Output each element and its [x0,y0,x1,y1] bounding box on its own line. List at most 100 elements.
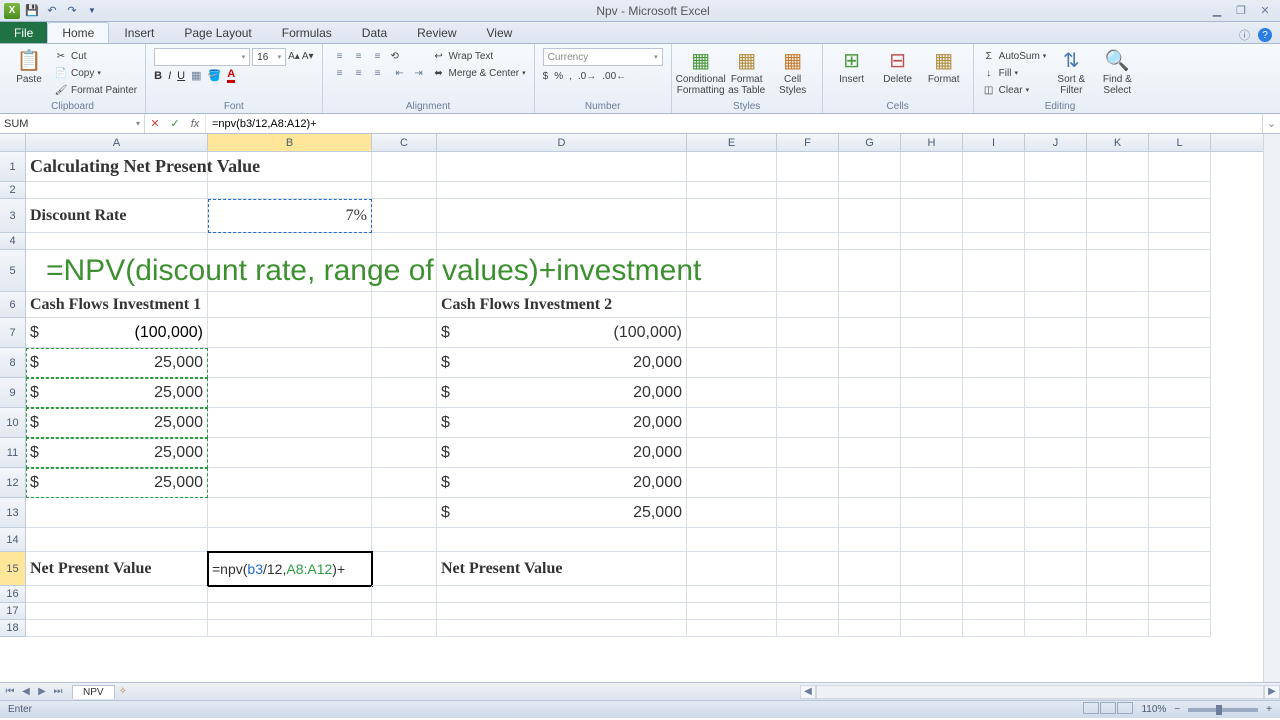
sheet-nav-prev-icon[interactable]: ◀ [18,686,34,697]
border-button[interactable]: ▦ [191,69,201,82]
cell-D11[interactable]: $20,000 [437,438,687,468]
minimize-ribbon-icon[interactable]: ⓘ [1239,27,1250,43]
home-tab[interactable]: Home [47,22,109,43]
cell-D8[interactable]: $20,000 [437,348,687,378]
row-header[interactable]: 9 [0,378,26,408]
autosum-button[interactable]: ΣAutoSum▾ [982,48,1047,64]
decrease-font-icon[interactable]: A▾ [302,48,314,64]
horizontal-scrollbar[interactable]: ◀▶ [800,683,1280,700]
cell-D13[interactable]: $25,000 [437,498,687,528]
zoom-level[interactable]: 110% [1141,704,1166,715]
sort-filter-button[interactable]: ⇅Sort & Filter [1050,48,1092,96]
col-header-J[interactable]: J [1025,134,1087,151]
row-header[interactable]: 17 [0,603,26,620]
col-header-G[interactable]: G [839,134,901,151]
cell-D6[interactable]: Cash Flows Investment 2 [437,292,687,318]
cell-A11[interactable]: $25,000 [26,438,208,468]
formulas-tab[interactable]: Formulas [267,22,347,43]
fill-button[interactable]: ↓Fill▾ [982,65,1047,81]
percent-format-icon[interactable]: % [554,68,563,84]
cell-A1[interactable]: Calculating Net Present Value [26,152,208,182]
decrease-indent-icon[interactable]: ⇤ [391,65,409,81]
col-header-F[interactable]: F [777,134,839,151]
cell-A6[interactable]: Cash Flows Investment 1 [26,292,208,318]
align-center-icon[interactable]: ≡ [350,65,368,81]
row-header[interactable]: 3 [0,199,26,233]
cell-styles-button[interactable]: ▦Cell Styles [772,48,814,96]
select-all-corner[interactable] [0,134,26,151]
row-header[interactable]: 2 [0,182,26,199]
cancel-formula-icon[interactable]: ✕ [145,117,165,130]
row-header[interactable]: 15 [0,552,26,586]
review-tab[interactable]: Review [402,22,471,43]
new-sheet-icon[interactable]: ✧ [119,686,127,697]
wrap-text-button[interactable]: ↩Wrap Text [432,48,526,64]
cell-B3[interactable]: 7% [208,199,372,233]
fill-color-button[interactable]: 🪣 [208,69,222,82]
clear-button[interactable]: ◫Clear▾ [982,82,1047,98]
orientation-icon[interactable]: ⟲ [391,48,428,64]
insert-tab[interactable]: Insert [109,22,169,43]
cell-D7[interactable]: $(100,000) [437,318,687,348]
minimize-icon[interactable]: ▁ [1206,4,1228,18]
find-select-button[interactable]: 🔍Find & Select [1096,48,1138,96]
row-header[interactable]: 4 [0,233,26,250]
zoom-in-icon[interactable]: + [1266,704,1272,715]
cell-A8[interactable]: $25,000 [26,348,208,378]
row-header[interactable]: 1 [0,152,26,182]
cell-B15-active[interactable]: =npv(b3/12,A8:A12)+ [208,552,372,586]
increase-decimal-icon[interactable]: .0→ [578,68,596,84]
cell-A10[interactable]: $25,000 [26,408,208,438]
cell-A9[interactable]: $25,000 [26,378,208,408]
sheet-nav-first-icon[interactable]: ⏮ [2,686,18,697]
col-header-E[interactable]: E [687,134,777,151]
underline-button[interactable]: U [177,70,185,82]
cell-A3[interactable]: Discount Rate [26,199,208,233]
comma-format-icon[interactable]: , [569,68,572,84]
col-header-K[interactable]: K [1087,134,1149,151]
number-format-select[interactable]: Currency▾ [543,48,663,66]
format-cells-button[interactable]: ▦Format [923,48,965,85]
col-header-A[interactable]: A [26,134,208,151]
cell-A12[interactable]: $25,000 [26,468,208,498]
row-header[interactable]: 10 [0,408,26,438]
increase-indent-icon[interactable]: ⇥ [410,65,428,81]
view-tab[interactable]: View [472,22,528,43]
cell-D10[interactable]: $20,000 [437,408,687,438]
font-family-select[interactable]: ▾ [154,48,250,66]
font-color-button[interactable]: A [227,68,235,83]
cell-D12[interactable]: $20,000 [437,468,687,498]
expand-formula-bar-icon[interactable]: ⌄ [1262,114,1280,133]
redo-icon[interactable]: ↷ [64,3,80,19]
italic-button[interactable]: I [168,70,171,82]
font-size-select[interactable]: 16▾ [252,48,286,66]
vertical-scrollbar[interactable] [1263,134,1280,682]
cell-D15[interactable]: Net Present Value [437,552,687,586]
sheet-nav-next-icon[interactable]: ▶ [34,686,50,697]
file-tab[interactable]: File [0,22,47,43]
view-buttons[interactable] [1082,702,1133,717]
spreadsheet-grid[interactable]: 1 Calculating Net Present Value 2 3 Disc… [0,152,1280,682]
decrease-decimal-icon[interactable]: .00← [602,68,626,84]
data-tab[interactable]: Data [347,22,402,43]
row-header[interactable]: 7 [0,318,26,348]
row-header[interactable]: 16 [0,586,26,603]
copy-button[interactable]: 📄Copy▾ [54,65,137,81]
close-icon[interactable]: ✕ [1254,4,1276,18]
format-painter-button[interactable]: 🖌Format Painter [54,82,137,98]
save-icon[interactable]: 💾 [24,3,40,19]
col-header-C[interactable]: C [372,134,437,151]
row-header[interactable]: 18 [0,620,26,637]
help-icon[interactable]: ? [1258,28,1272,42]
increase-font-icon[interactable]: A▴ [288,48,300,64]
insert-cells-button[interactable]: ⊞Insert [831,48,873,85]
bold-button[interactable]: B [154,70,162,82]
conditional-formatting-button[interactable]: ▦Conditional Formatting [680,48,722,96]
col-header-I[interactable]: I [963,134,1025,151]
qat-dropdown-icon[interactable]: ▼ [84,3,100,19]
format-as-table-button[interactable]: ▦Format as Table [726,48,768,96]
name-box[interactable]: SUM▾ [0,114,145,133]
row-header[interactable]: 11 [0,438,26,468]
col-header-H[interactable]: H [901,134,963,151]
cut-button[interactable]: ✂Cut [54,48,137,64]
